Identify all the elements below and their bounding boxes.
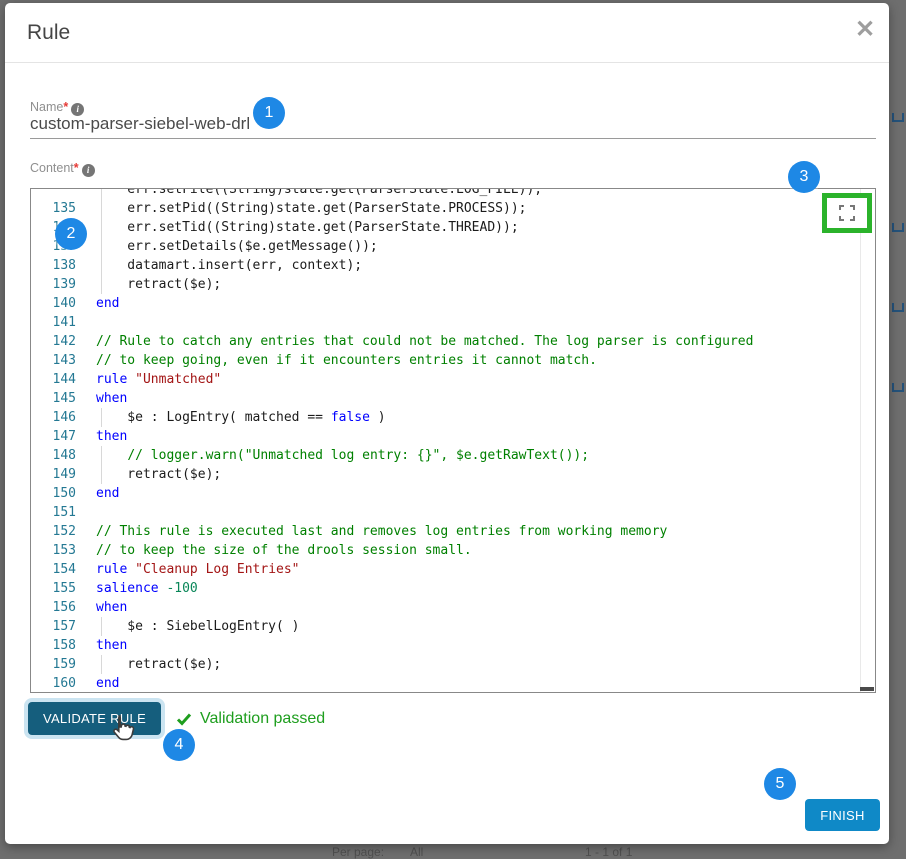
line-number: 152 (31, 522, 76, 541)
code-line: 142// Rule to catch any entries that cou… (31, 332, 860, 351)
line-number: 140 (31, 294, 76, 313)
name-input[interactable]: custom-parser-siebel-web-drl (30, 114, 250, 134)
finish-button[interactable]: FINISH (805, 799, 880, 831)
annotation-badge-1: 1 (253, 97, 285, 129)
indent-guide (101, 199, 102, 218)
background-table-fragment (892, 223, 904, 232)
code-line: 136 err.setTid((String)state.get(ParserS… (31, 218, 860, 237)
line-number: 157 (31, 617, 76, 636)
line-number: 139 (31, 275, 76, 294)
line-number: 142 (31, 332, 76, 351)
background-range-text: 1 - 1 of 1 (585, 845, 632, 859)
code-editor-lines: err.setFile((String)state.get(ParserStat… (31, 189, 860, 693)
close-icon[interactable]: ✕ (855, 18, 875, 42)
indent-guide (101, 408, 102, 427)
line-number: 150 (31, 484, 76, 503)
validation-status: Validation passed (176, 710, 325, 728)
code-line: 138 datamart.insert(err, context); (31, 256, 860, 275)
code-line: 151 (31, 503, 860, 522)
code-line: 141 (31, 313, 860, 332)
code-line: 148 // logger.warn("Unmatched log entry:… (31, 446, 860, 465)
hand-cursor-icon (107, 713, 137, 745)
code-line: 144rule "Unmatched" (31, 370, 860, 389)
line-number (31, 189, 76, 199)
code-line: 157 $e : SiebelLogEntry( ) (31, 617, 860, 636)
background-table-fragment (892, 383, 904, 392)
code-line: 143// to keep going, even if it encounte… (31, 351, 860, 370)
code-line: 145when (31, 389, 860, 408)
code-line: 158then (31, 636, 860, 655)
editor-vertical-scrollbar[interactable] (860, 189, 861, 692)
expand-highlight-box (822, 193, 872, 233)
line-number: 135 (31, 199, 76, 218)
indent-guide (101, 256, 102, 275)
indent-guide (101, 237, 102, 256)
code-editor[interactable]: err.setFile((String)state.get(ParserStat… (30, 188, 876, 693)
annotation-badge-5: 5 (764, 768, 796, 800)
code-line: 155salience -100 (31, 579, 860, 598)
required-asterisk: * (63, 100, 68, 114)
code-line: 140end (31, 294, 860, 313)
indent-guide (101, 189, 102, 199)
validation-status-text: Validation passed (200, 710, 325, 728)
code-line: 137 err.setDetails($e.getMessage()); (31, 237, 860, 256)
annotation-badge-3: 3 (788, 161, 820, 193)
code-line: 139 retract($e); (31, 275, 860, 294)
code-line: err.setFile((String)state.get(ParserStat… (31, 189, 860, 199)
annotation-badge-4: 4 (163, 729, 195, 761)
line-number: 146 (31, 408, 76, 427)
indent-guide (101, 617, 102, 636)
line-number: 153 (31, 541, 76, 560)
code-line: 159 retract($e); (31, 655, 860, 674)
code-line: 135 err.setPid((String)state.get(ParserS… (31, 199, 860, 218)
annotation-badge-2: 2 (55, 218, 87, 250)
indent-guide (101, 655, 102, 674)
line-number: 138 (31, 256, 76, 275)
info-icon[interactable]: i (82, 164, 95, 177)
code-line: 154rule "Cleanup Log Entries" (31, 560, 860, 579)
code-line: 153// to keep the size of the drools ses… (31, 541, 860, 560)
background-per-page-value: All (410, 845, 423, 859)
line-number: 160 (31, 674, 76, 693)
dialog-title: Rule (27, 21, 70, 45)
line-number: 144 (31, 370, 76, 389)
background-table-fragment (892, 113, 904, 122)
indent-guide (101, 275, 102, 294)
code-line: 160end (31, 674, 860, 693)
fullscreen-icon[interactable] (838, 204, 856, 222)
line-number: 151 (31, 503, 76, 522)
validate-rule-button[interactable]: VALIDATE RULE (28, 702, 161, 735)
code-line: 146 $e : LogEntry( matched == false ) (31, 408, 860, 427)
line-number: 141 (31, 313, 76, 332)
code-line: 149 retract($e); (31, 465, 860, 484)
overlay-backdrop: Per page: All 1 - 1 of 1 Rule ✕ Name*i c… (0, 0, 906, 859)
indent-guide (101, 465, 102, 484)
required-asterisk: * (74, 161, 79, 175)
line-number: 155 (31, 579, 76, 598)
code-line: 156when (31, 598, 860, 617)
content-field-label: Content*i (30, 161, 95, 177)
line-number: 143 (31, 351, 76, 370)
background-per-page-label: Per page: (332, 845, 384, 859)
line-number: 159 (31, 655, 76, 674)
indent-guide (101, 218, 102, 237)
background-table-fragment (892, 303, 904, 312)
code-line: 150end (31, 484, 860, 503)
header-divider (5, 62, 889, 63)
code-line: 147then (31, 427, 860, 446)
line-number: 147 (31, 427, 76, 446)
checkmark-icon (176, 711, 192, 727)
line-number: 145 (31, 389, 76, 408)
indent-guide (101, 446, 102, 465)
code-line: 152// This rule is executed last and rem… (31, 522, 860, 541)
line-number: 149 (31, 465, 76, 484)
line-number: 158 (31, 636, 76, 655)
line-number: 148 (31, 446, 76, 465)
editor-scrollbar-thumb[interactable] (860, 687, 874, 691)
line-number: 154 (31, 560, 76, 579)
name-input-underline (30, 138, 876, 139)
line-number: 156 (31, 598, 76, 617)
